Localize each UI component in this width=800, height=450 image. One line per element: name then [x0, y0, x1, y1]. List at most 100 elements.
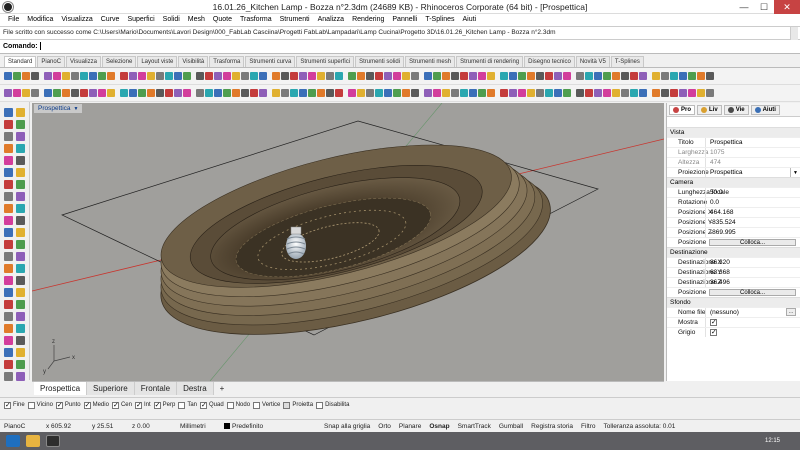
osnap-medio[interactable]: Medio — [83, 401, 109, 409]
osnap-vicino[interactable]: Vicino — [27, 401, 53, 409]
palette-tool-icon[interactable] — [16, 204, 25, 213]
tab-novita-v5[interactable]: Novità V5 — [575, 56, 610, 67]
toolbar-tool-icon[interactable] — [639, 89, 647, 97]
prop-value-destz[interactable]: 36.496 — [705, 278, 800, 287]
menu-analizza[interactable]: Analizza — [314, 14, 348, 26]
toolbar-tool-icon[interactable] — [554, 72, 562, 80]
viewport-menu-arrow-icon[interactable]: ▼ — [74, 106, 79, 112]
palette-tool-icon[interactable] — [16, 264, 25, 273]
toolbar-tool-icon[interactable] — [326, 72, 334, 80]
palette-tool-icon[interactable] — [4, 300, 13, 309]
menu-quote[interactable]: Quote — [209, 14, 236, 26]
toolbar-tool-icon[interactable] — [545, 89, 553, 97]
prop-value-posx[interactable]: 464.168 — [705, 208, 800, 217]
toolbar-tool-icon[interactable] — [500, 72, 508, 80]
toolbar-tool-icon[interactable] — [706, 72, 714, 80]
projection-dropdown[interactable]: Prospettica ▼ — [705, 168, 800, 177]
palette-tool-icon[interactable] — [4, 360, 13, 369]
toolbar-tool-icon[interactable] — [138, 72, 146, 80]
palette-tool-icon[interactable] — [16, 276, 25, 285]
perspective-viewport[interactable]: x z y Prospettica ▼ — [32, 103, 664, 381]
toolbar-tool-icon[interactable] — [652, 89, 660, 97]
palette-tool-icon[interactable] — [16, 252, 25, 261]
toolbar-tool-icon[interactable] — [411, 72, 419, 80]
palette-tool-icon[interactable] — [16, 348, 25, 357]
cplane-label[interactable]: PianoC — [0, 423, 42, 430]
osnap-disabilita[interactable]: Disabilita — [316, 401, 349, 409]
toolbar-tool-icon[interactable] — [192, 72, 195, 80]
toolbar-tool-icon[interactable] — [335, 72, 343, 80]
toolbar-tool-icon[interactable] — [53, 89, 61, 97]
toggle-planare[interactable]: Planare — [395, 423, 425, 430]
toolbar-tool-icon[interactable] — [648, 89, 651, 97]
panel-tab-properties[interactable]: Pro — [669, 104, 696, 115]
toolbar-tool-icon[interactable] — [268, 72, 271, 80]
menu-rendering[interactable]: Rendering — [348, 14, 388, 26]
toolbar-tool-icon[interactable] — [576, 72, 584, 80]
toolbar-tool-icon[interactable] — [107, 89, 115, 97]
toolbar-tool-icon[interactable] — [630, 89, 638, 97]
add-viewport-tab-button[interactable]: + — [214, 382, 231, 395]
toolbar-tool-icon[interactable] — [348, 89, 356, 97]
tab-superiore[interactable]: Superiore — [87, 382, 135, 395]
toolbar-tool-icon[interactable] — [250, 72, 258, 80]
toolbar-tool-icon[interactable] — [536, 72, 544, 80]
palette-tool-icon[interactable] — [4, 156, 13, 165]
toolbar-tool-icon[interactable] — [107, 72, 115, 80]
toolbar-tool-icon[interactable] — [366, 89, 374, 97]
close-button[interactable]: ✕ — [774, 0, 800, 14]
toggle-grid-snap[interactable]: Snap alla griglia — [320, 423, 374, 430]
toolbar-tool-icon[interactable] — [639, 72, 647, 80]
palette-tool-icon[interactable] — [4, 132, 13, 141]
toolbar-tool-icon[interactable] — [165, 89, 173, 97]
osnap-checkbox[interactable] — [226, 401, 234, 409]
toolbar-tool-icon[interactable] — [670, 89, 678, 97]
palette-tool-icon[interactable] — [16, 216, 25, 225]
palette-tool-icon[interactable] — [16, 120, 25, 129]
tab-tsplines[interactable]: T-Splines — [610, 56, 644, 67]
toolbar-tool-icon[interactable] — [290, 89, 298, 97]
toolbar-tool-icon[interactable] — [62, 89, 70, 97]
palette-tool-icon[interactable] — [4, 168, 13, 177]
palette-tool-icon[interactable] — [4, 372, 13, 381]
panel-tab-views[interactable]: Vie — [723, 104, 749, 115]
toolbar-tool-icon[interactable] — [697, 72, 705, 80]
toolbar-tool-icon[interactable] — [487, 89, 495, 97]
toolbar-tool-icon[interactable] — [393, 89, 401, 97]
osnap-checkbox[interactable] — [134, 401, 142, 409]
toolbar-tool-icon[interactable] — [196, 72, 204, 80]
toolbar-tool-icon[interactable] — [469, 72, 477, 80]
palette-tool-icon[interactable] — [16, 312, 25, 321]
toggle-history[interactable]: Registra storia — [527, 423, 577, 430]
toolbar-tool-icon[interactable] — [576, 89, 584, 97]
toolbar-tool-icon[interactable] — [670, 72, 678, 80]
toolbar-tool-icon[interactable] — [174, 89, 182, 97]
osnap-checkbox[interactable] — [83, 401, 91, 409]
background-file-field[interactable]: (nessuno)… — [705, 308, 800, 317]
toolbar-tool-icon[interactable] — [44, 89, 52, 97]
toolbar-tool-icon[interactable] — [545, 72, 553, 80]
palette-tool-icon[interactable] — [4, 276, 13, 285]
toolbar-tool-icon[interactable] — [89, 72, 97, 80]
tab-strumenti-curva[interactable]: Strumenti curva — [245, 56, 296, 67]
toolbar-tool-icon[interactable] — [433, 72, 441, 80]
toolbar-tool-icon[interactable] — [348, 72, 356, 80]
toolbar-tool-icon[interactable] — [688, 89, 696, 97]
toolbar-tool-icon[interactable] — [317, 72, 325, 80]
palette-tool-icon[interactable] — [4, 204, 13, 213]
tab-prospettica[interactable]: Prospettica — [34, 382, 88, 395]
osnap-checkbox[interactable] — [316, 401, 324, 409]
prop-value-rotazione[interactable]: 0.0 — [705, 198, 800, 207]
tab-layout-viste[interactable]: Layout viste — [137, 56, 178, 67]
camera-place-button[interactable]: Colloca... — [709, 239, 796, 246]
palette-tool-icon[interactable] — [16, 180, 25, 189]
toolbar-tool-icon[interactable] — [460, 72, 468, 80]
grey-checkbox[interactable] — [710, 328, 717, 338]
toolbar-tool-icon[interactable] — [424, 89, 432, 97]
osnap-checkbox[interactable] — [283, 401, 291, 409]
toolbar-tool-icon[interactable] — [53, 72, 61, 80]
minimize-button[interactable]: — — [734, 0, 754, 14]
toggle-osnap[interactable]: Osnap — [425, 423, 453, 430]
toolbar-tool-icon[interactable] — [478, 72, 486, 80]
prop-value-desty[interactable]: 63.368 — [705, 268, 800, 277]
